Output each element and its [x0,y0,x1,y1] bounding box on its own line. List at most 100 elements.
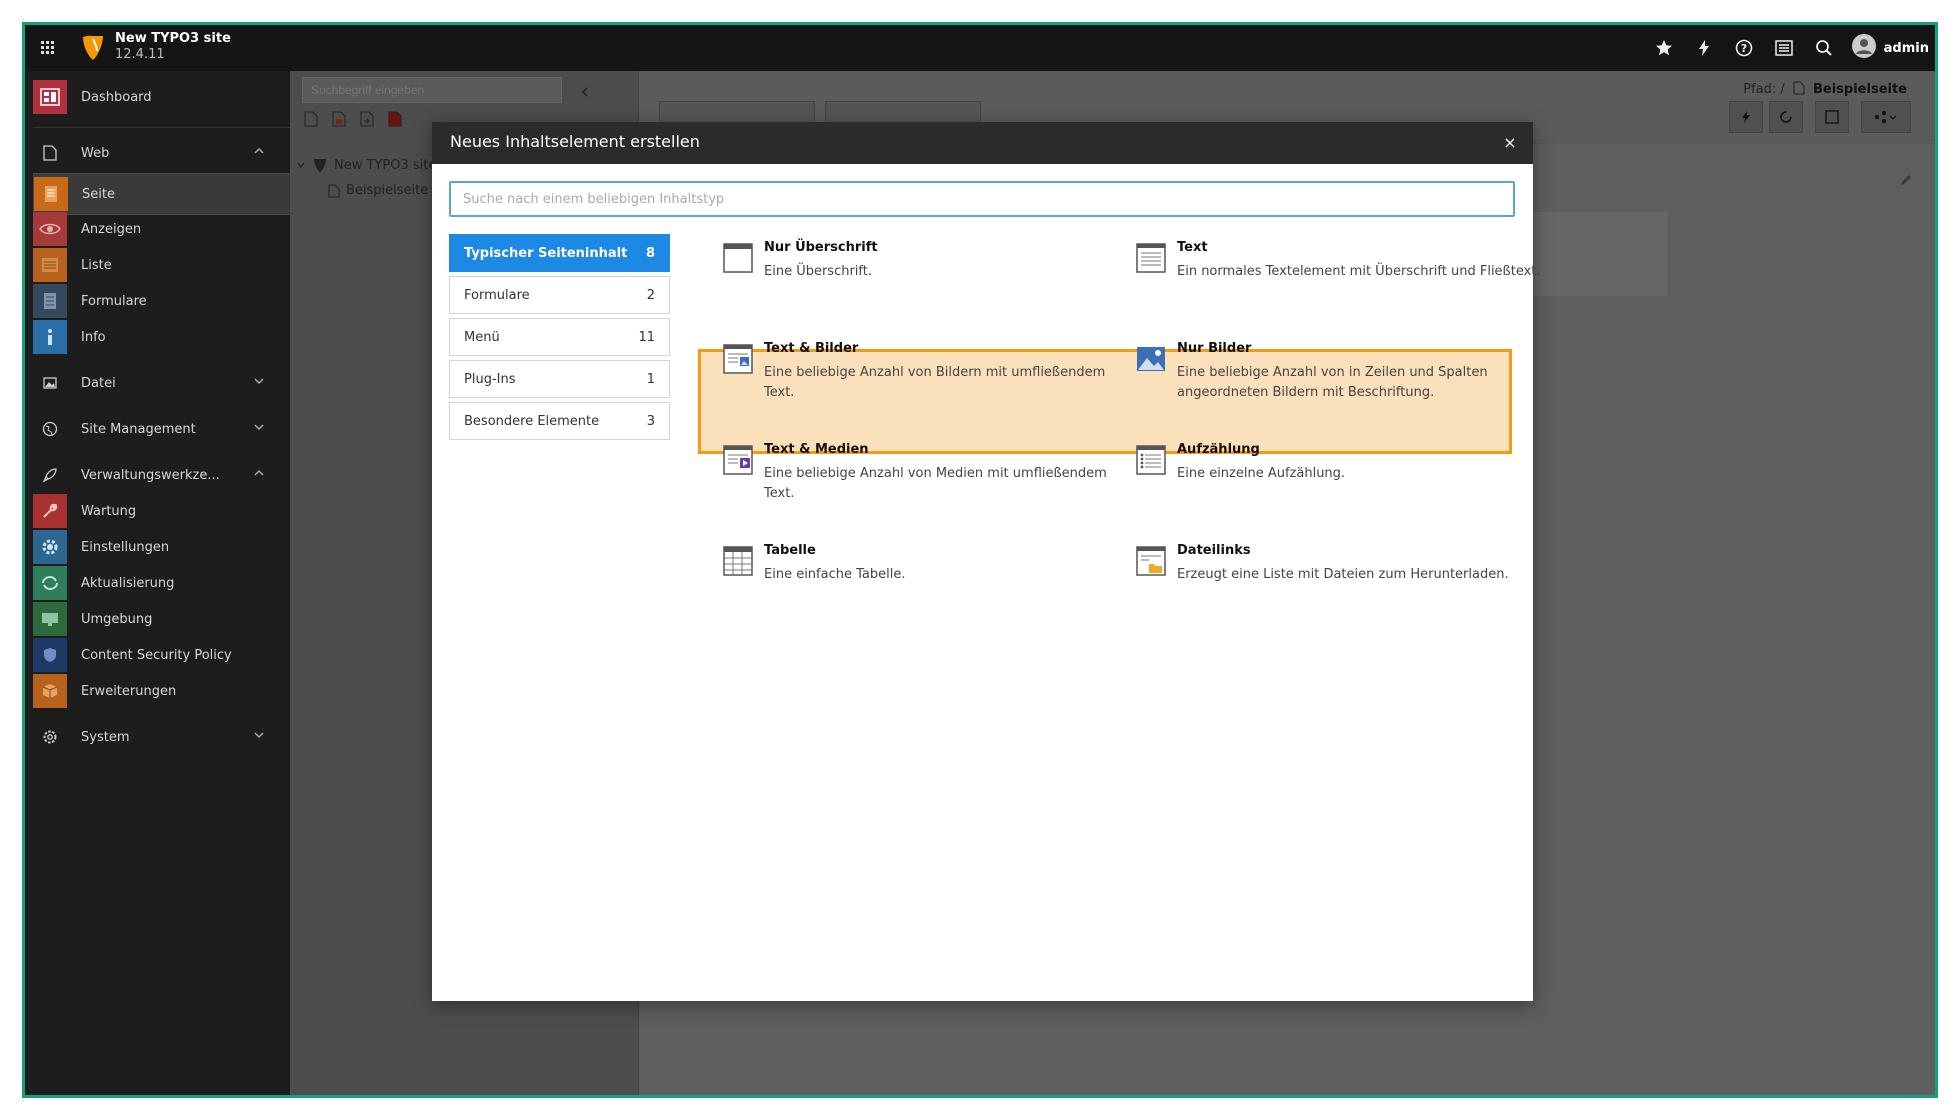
help-icon[interactable]: ? [1732,36,1756,60]
text-icon [1135,242,1167,274]
edit-pencil-icon[interactable] [1899,172,1913,191]
site-version: 12.4.11 [115,47,165,62]
element-description: Erzeugt eine Liste mit Dateien zum Herun… [1177,567,1509,582]
category-list: Typischer Seiteninhalt 8 Formulare 2 Men… [449,234,670,444]
avatar [1851,34,1876,62]
file-links-icon [1135,545,1167,577]
close-button[interactable]: × [1501,134,1519,152]
sidebar-group-label: System [81,729,130,745]
sidebar-item-dashboard[interactable]: Dashboard [33,77,291,117]
file-image-icon [33,366,67,400]
user-name: admin [1883,40,1929,56]
tree-toolbar [304,111,402,131]
tree-page-node[interactable]: Beispielseite [328,183,428,198]
topbar-toolbar: ? admin [1652,25,1929,71]
sidebar-group-web[interactable]: Web [33,133,291,173]
page-module-icon [34,177,68,211]
modal-header: Neues Inhaltselement erstellen × [432,122,1533,164]
content-type-search-input[interactable] [449,181,1515,217]
share-dropdown-button[interactable] [1861,101,1911,133]
sidebar-item-label: Liste [81,257,112,273]
category-count: 1 [646,371,655,387]
category-count: 2 [646,287,655,303]
element-title: Tabelle [764,543,816,558]
sidebar-item-label: Einstellungen [81,539,170,555]
sidebar-item-content-security-policy[interactable]: Content Security Policy [33,635,291,675]
sidebar-item-label: Umgebung [81,611,153,627]
sidebar-item-liste[interactable]: Liste [33,245,291,285]
tree-search-input[interactable] [302,77,562,103]
category-label: Menü [464,329,500,345]
new-page-red-icon[interactable] [388,111,402,131]
sidebar-group-datei[interactable]: Datei [33,363,291,403]
dashboard-icon [33,80,67,114]
chevron-down-icon [297,162,305,169]
sidebar-item-erweiterungen[interactable]: Erweiterungen [33,671,291,711]
chevron-up-icon [253,467,265,483]
sidebar-group-site-management[interactable]: Site Management [33,409,291,449]
element-title: Text & Bilder [764,341,859,356]
module-sidebar: Dashboard Web Seite Anzeigen Liste Formu… [25,71,293,1095]
sidebar-group-system[interactable]: System [33,717,291,757]
new-page-link-icon[interactable] [360,111,374,131]
new-page-icon[interactable] [304,111,318,131]
bookmarks-star-icon[interactable] [1652,36,1676,60]
sidebar-item-aktualisierung[interactable]: Aktualisierung [33,563,291,603]
images-icon [1135,343,1167,375]
shortcut-button[interactable] [1815,101,1849,133]
sidebar-item-label: Formulare [81,293,147,309]
forms-icon [33,284,67,318]
new-page-variant-icon[interactable] [332,111,346,131]
user-menu[interactable]: admin [1851,34,1929,62]
sidebar-group-verwaltungswerkzeuge[interactable]: Verwaltungswerkze... [33,455,291,495]
category-besondere-elemente[interactable]: Besondere Elemente 3 [449,402,670,440]
system-gear-icon [33,720,67,754]
sidebar-group-label: Datei [81,375,116,391]
element-title: Text & Medien [764,442,869,457]
sidebar-item-einstellungen[interactable]: Einstellungen [33,527,291,567]
category-label: Typischer Seiteninhalt [464,245,628,261]
typo3-logo-icon[interactable] [79,33,107,63]
system-info-list-icon[interactable] [1772,36,1796,60]
globe-icon [33,412,67,446]
element-title: Aufzählung [1177,442,1260,457]
category-label: Besondere Elemente [464,413,600,429]
sidebar-item-umgebung[interactable]: Umgebung [33,599,291,639]
element-description: Eine einfache Tabelle. [764,567,906,582]
sidebar-item-info[interactable]: Info [33,317,291,357]
tree-root-node[interactable]: New TYPO3 site [296,157,436,173]
sidebar-group-label: Verwaltungswerkze... [81,467,220,483]
divider [33,127,291,128]
sidebar-item-formulare[interactable]: Formulare [33,281,291,321]
category-formulare[interactable]: Formulare 2 [449,276,670,314]
sidebar-item-label: Aktualisierung [81,575,175,591]
category-count: 11 [638,329,655,345]
category-typischer-seiteninhalt[interactable]: Typischer Seiteninhalt 8 [449,234,670,272]
new-content-element-modal: Neues Inhaltselement erstellen × Typisch… [432,122,1541,1001]
sidebar-item-wartung[interactable]: Wartung [33,491,291,531]
collapse-tree-chevron-icon[interactable] [580,83,590,102]
flush-cache-lightning-icon[interactable] [1692,36,1716,60]
breadcrumb: Pfad: / Beispielseite [1743,81,1907,97]
element-title: Nur Überschrift [764,240,878,255]
wrench-icon [33,494,67,528]
topbar: New TYPO3 site 12.4.11 ? admin [25,25,1935,71]
tree-page-label: Beispielseite [346,183,429,198]
info-icon [33,320,67,354]
sidebar-item-anzeigen[interactable]: Anzeigen [33,209,291,249]
category-menue[interactable]: Menü 11 [449,318,670,356]
header-icon [722,242,754,274]
module-menu-grid-icon[interactable] [35,35,61,61]
search-icon[interactable] [1812,36,1836,60]
reload-button[interactable] [1769,101,1803,133]
clear-cache-button[interactable] [1729,101,1763,133]
category-count: 3 [646,413,655,429]
chevron-down-icon [253,421,265,437]
monitor-icon [33,602,67,636]
app-frame: New TYPO3 site 12.4.11 ? admin Dashboard… [22,22,1938,1098]
modal-title: Neues Inhaltselement erstellen [450,132,700,151]
path-page[interactable]: Beispielseite [1813,82,1907,97]
rocket-icon [33,458,67,492]
chevron-up-icon [253,145,265,161]
category-plug-ins[interactable]: Plug-Ins 1 [449,360,670,398]
